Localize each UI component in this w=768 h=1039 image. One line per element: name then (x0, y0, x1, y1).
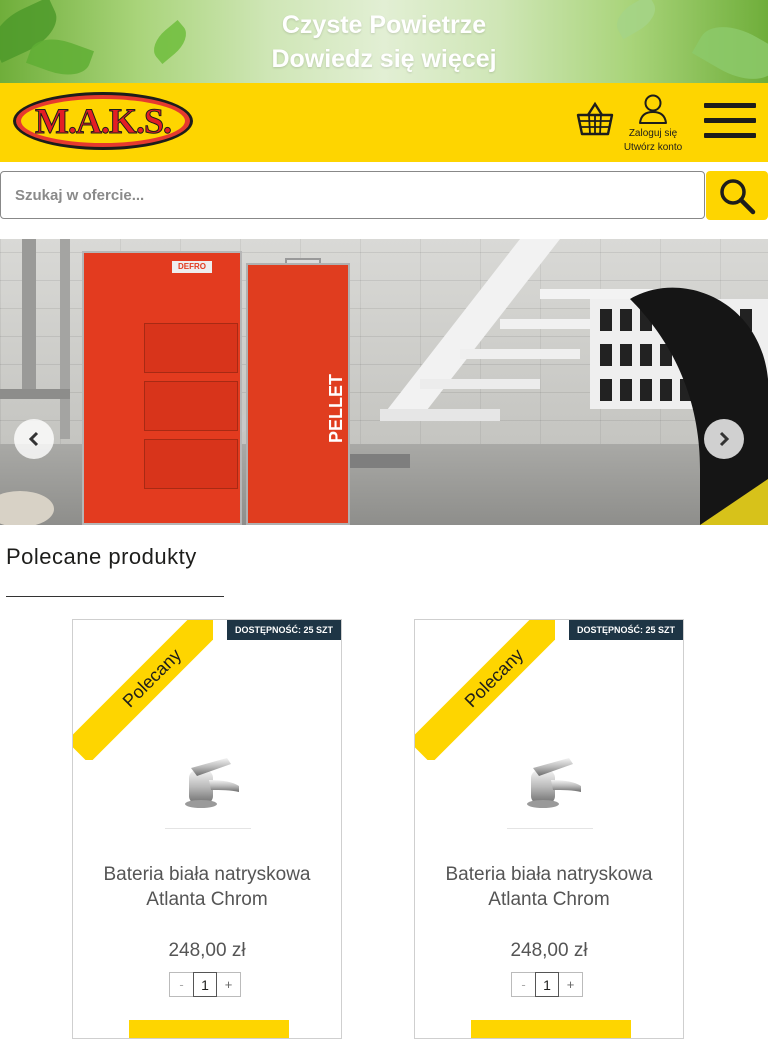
faucet-product-image[interactable] (503, 746, 595, 810)
qty-increase-button[interactable]: + (559, 972, 583, 997)
hero-slider[interactable]: DEFRO PELLET (0, 239, 768, 525)
slider-next-button[interactable] (704, 419, 744, 459)
login-link[interactable]: Zaloguj się (612, 127, 694, 141)
pellet-tank-image: PELLET (246, 263, 350, 525)
quantity-stepper: - 1 + (511, 972, 583, 997)
product-name[interactable]: Bateria biała natryskowa Atlanta Chrom (415, 862, 683, 912)
user-icon[interactable] (638, 93, 668, 125)
maks-logo[interactable]: M.A.K.S. (13, 92, 193, 150)
boiler-panel (144, 381, 238, 431)
chevron-left-icon (28, 431, 39, 447)
qty-decrease-button[interactable]: - (169, 972, 193, 997)
recommended-ribbon: Polecany (73, 620, 213, 760)
quantity-stepper: - 1 + (169, 972, 241, 997)
promo-text[interactable]: Czyste Powietrze Dowiedz się więcej (0, 8, 768, 76)
burger-bar (704, 103, 756, 108)
cart-icon[interactable] (576, 101, 614, 137)
search-icon (720, 178, 756, 214)
burger-bar (704, 118, 756, 123)
register-link[interactable]: Utwórz konto (612, 141, 694, 155)
pellet-label: PELLET (326, 373, 346, 443)
qty-input[interactable]: 1 (193, 972, 217, 997)
product-price: 248,00 zł (510, 940, 588, 961)
availability-badge: DOSTĘPNOŚĆ: 25 SZT (226, 620, 341, 640)
promo-banner[interactable]: Czyste Powietrze Dowiedz się więcej (0, 0, 768, 83)
product-price: 248,00 zł (168, 940, 246, 961)
product-card[interactable]: Polecany DOSTĘPNOŚĆ: 25 SZT Bateria biał… (414, 619, 684, 1039)
promo-title[interactable]: Czyste Powietrze (0, 8, 768, 42)
hamburger-menu-icon[interactable] (704, 103, 756, 145)
ribbon-wrap: Polecany (73, 620, 213, 760)
burger-bar (704, 133, 756, 138)
boiler-panel (144, 439, 238, 489)
site-header: M.A.K.S. Zaloguj się Utwórz konto (0, 83, 768, 162)
section-divider (6, 596, 224, 597)
logo-inner: M.A.K.S. (21, 99, 185, 143)
section-title: Polecane produkty (6, 544, 197, 569)
search-bar (0, 171, 768, 220)
promo-link[interactable]: Dowiedz się więcej (0, 42, 768, 76)
add-to-cart-button[interactable] (129, 1020, 289, 1038)
boiler-panel (144, 323, 238, 373)
availability-badge: DOSTĘPNOŚĆ: 25 SZT (568, 620, 683, 640)
slider-prev-button[interactable] (14, 419, 54, 459)
search-button[interactable] (706, 171, 768, 220)
boiler-brand-label: DEFRO (172, 261, 212, 273)
logo-text: M.A.K.S. (35, 101, 173, 142)
product-name[interactable]: Bateria biała natryskowa Atlanta Chrom (73, 862, 341, 912)
search-input[interactable] (0, 171, 705, 219)
image-divider (165, 828, 251, 829)
ribbon-wrap: Polecany (415, 620, 555, 760)
qty-decrease-button[interactable]: - (511, 972, 535, 997)
boiler-product-image: DEFRO (82, 251, 242, 525)
account-menu[interactable]: Zaloguj się Utwórz konto (612, 93, 694, 155)
qty-input[interactable]: 1 (535, 972, 559, 997)
recommended-ribbon: Polecany (415, 620, 555, 760)
chevron-right-icon (719, 431, 730, 447)
image-divider (507, 828, 593, 829)
product-card[interactable]: Polecany DOSTĘPNOŚĆ: 25 SZT Bateria biał… (72, 619, 342, 1039)
qty-increase-button[interactable]: + (217, 972, 241, 997)
add-to-cart-button[interactable] (471, 1020, 631, 1038)
faucet-product-image[interactable] (161, 746, 253, 810)
